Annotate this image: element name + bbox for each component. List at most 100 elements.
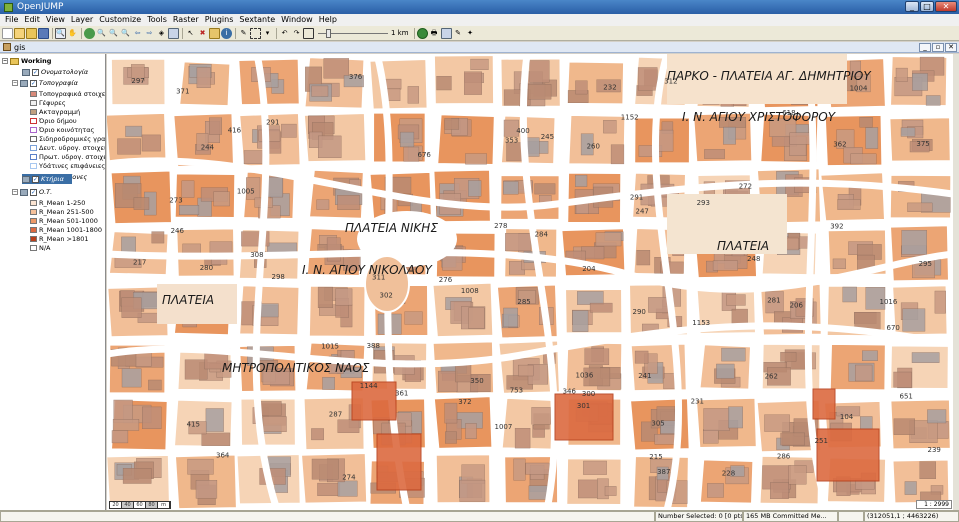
building [704,149,725,159]
rectangle-icon[interactable] [303,27,314,39]
block-id-label: 244 [201,144,215,152]
building [258,129,281,142]
layer-visibility-checkbox[interactable]: ✓ [30,188,37,196]
menu-view[interactable]: View [43,14,68,26]
scalebar-tick: 40 [122,502,134,508]
globe-icon[interactable] [416,27,428,39]
building [187,458,214,475]
legend-swatch [30,209,37,215]
snap-icon[interactable]: ✦ [465,28,476,39]
block-id-label: 1152 [621,114,639,122]
redo-icon[interactable]: ↷ [291,28,302,39]
screenshot-icon[interactable] [440,27,452,39]
menu-help[interactable]: Help [316,14,340,26]
building [121,236,136,253]
close-button[interactable]: ✕ [935,1,957,12]
menu-raster[interactable]: Raster [170,14,202,26]
map-canvas[interactable]: 104 651 1036 232 231 293 228 239 291 305 308 311 312… [107,54,953,510]
zoom-tool-icon[interactable]: 🔍 [55,27,66,39]
fence-dropdown-icon[interactable]: ▾ [262,28,273,39]
fence-tool-icon[interactable] [250,27,261,39]
zoom-previous-icon[interactable]: ⇦ [132,28,143,39]
toolbar-separator [52,27,53,39]
new-project-icon[interactable] [2,27,13,39]
info-tool-icon[interactable]: i [221,27,232,39]
building [209,117,223,135]
menu-plugins[interactable]: Plugins [202,14,237,26]
legend-label: R_Mean 1-250 [39,199,86,207]
block-id-label: 350 [470,377,483,385]
minimize-button[interactable]: _ [905,1,919,12]
block-id-label: 1016 [880,298,898,306]
legend-item: N/A [30,243,51,253]
pan-tool-icon[interactable]: ✋ [67,28,78,39]
building [703,429,719,444]
edit-toolbox-icon[interactable]: ✎ [238,28,249,39]
edit-attribute-icon[interactable]: ✎ [453,28,464,39]
select-tool-icon[interactable]: ↖ [185,28,196,39]
new-layer-icon[interactable] [14,27,25,39]
open-file-icon[interactable] [26,27,37,39]
layer-onomatologia[interactable]: ✓ Ονοματολογία [22,67,88,77]
building [243,150,264,165]
clear-selection-icon[interactable] [209,27,220,39]
block-id-label: 206 [790,302,804,310]
category-working[interactable]: − Working [2,56,51,66]
frame-close-button[interactable]: ✕ [945,43,957,52]
zoom-fence-icon[interactable]: 🔍 [120,28,131,39]
menu-customize[interactable]: Customize [96,14,144,26]
building [201,432,231,446]
building [142,406,162,429]
menu-file[interactable]: File [2,14,21,26]
legend-label: Υδάτινες επιφάνειες [39,162,106,170]
zoom-next-icon[interactable]: ⇨ [144,28,155,39]
scale-slider[interactable] [318,28,388,39]
layer-ot[interactable]: − ✓ Ο.Τ. [12,187,52,197]
collapse-toggle-icon[interactable]: − [12,189,18,195]
block-id-label: 217 [133,259,146,267]
menu-layer[interactable]: Layer [68,14,96,26]
maximize-button[interactable]: □ [920,1,934,12]
delete-icon[interactable]: ✖ [197,28,208,39]
building [764,414,790,432]
layer-topografia[interactable]: − ✓ Τοπογραφία [12,78,78,88]
block-id-label: 278 [494,222,507,230]
map-vertical-scrollbar[interactable] [953,54,959,510]
window-controls: _ □ ✕ [905,1,957,12]
print-icon[interactable]: 🖶 [429,28,440,39]
attribute-table-icon[interactable] [168,27,179,39]
layer-visibility-checkbox[interactable]: ✓ [30,79,37,87]
layer-visibility-checkbox[interactable]: ✓ [32,68,39,76]
frame-restore-button[interactable]: ▫ [932,43,944,52]
menu-sextante[interactable]: Sextante [236,14,278,26]
legend-swatch [30,118,37,124]
menu-edit[interactable]: Edit [21,14,43,26]
block-id-label: 1007 [495,423,513,431]
building [316,199,330,210]
building [900,127,916,137]
zoom-realtime-icon[interactable]: ◈ [156,28,167,39]
zoom-to-selected-icon[interactable]: 🔍 [96,28,107,39]
zoom-to-layer-icon[interactable]: 🔍 [108,28,119,39]
high-value-block [376,433,422,491]
legend-swatch [30,109,37,115]
legend-label: Πρωτ. υδρογ. στοιχεί [39,153,106,161]
layer-ktiria[interactable]: ✓ Κτήρια [22,174,72,184]
undo-icon[interactable]: ↶ [279,28,290,39]
layer-visibility-checkbox[interactable]: ✓ [32,175,39,183]
zoom-scale-field[interactable]: 1 : 2999 [916,500,952,509]
frame-minimize-button[interactable]: _ [919,43,931,52]
collapse-toggle-icon[interactable]: − [12,80,18,86]
block-id-label: 362 [833,141,846,149]
zoom-full-extent-icon[interactable] [84,27,95,39]
block-id-label: 346 [563,388,577,396]
building [465,423,477,439]
task-frame-icon [3,43,11,51]
scale-slider-thumb[interactable] [326,28,331,38]
block-id-label: 1015 [321,343,339,351]
save-icon[interactable] [38,27,49,39]
menubar: File Edit View Layer Customize Tools Ras… [0,14,959,26]
collapse-toggle-icon[interactable]: − [2,58,8,64]
menu-window[interactable]: Window [278,14,316,26]
menu-tools[interactable]: Tools [144,14,170,26]
